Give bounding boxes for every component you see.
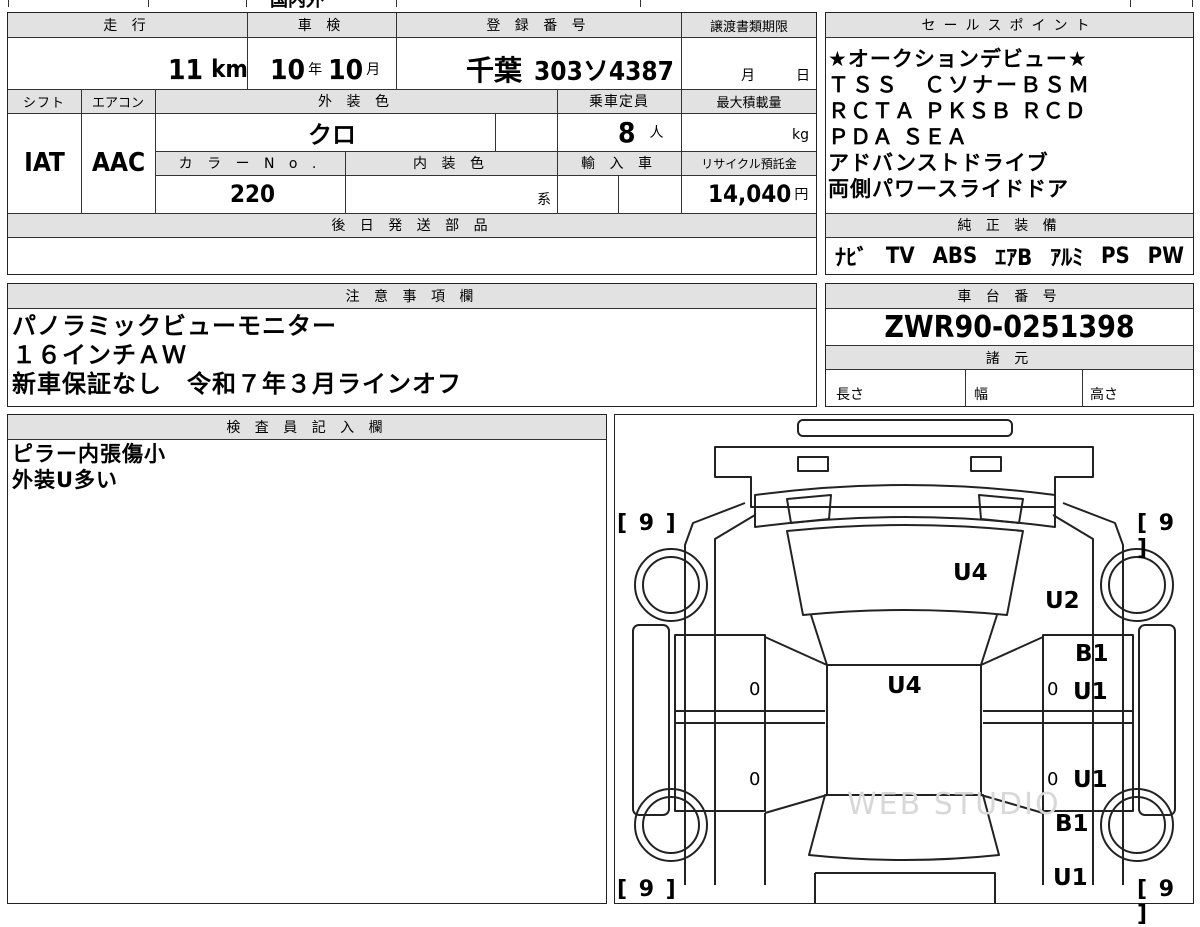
deadline-day: 日: [796, 68, 810, 84]
top-cut-text: 国内外: [270, 0, 324, 11]
inspection-value: 10 年 10 月: [270, 52, 381, 86]
sales-point: ＲＣＴＡ ＰＫＳＢ ＲＣＤ: [828, 99, 1087, 123]
capacity-value: 8人: [618, 115, 664, 149]
vehicle-diagram-panel: [ 9 ] [ 9 ] [ 9 ] [ 9 ] U4 U2 U4 B1 U1 U…: [614, 414, 1194, 927]
damage-mark: B1: [1075, 641, 1109, 667]
recycle-fee-value: 14,040 円: [708, 180, 809, 208]
exterior-color-value: クロ: [308, 120, 356, 149]
top-cut-row: 国内外: [0, 0, 1200, 11]
length-label: 長さ: [836, 387, 864, 403]
watermark: WEB STUDIO: [847, 787, 1061, 822]
interior-color-unit: 系: [537, 192, 551, 208]
shift-header: シフト: [8, 89, 80, 113]
tire-depth-front-right: [ 9 ]: [1137, 511, 1177, 561]
vehicle-info-table: 走 行 車 検 登 録 番 号 譲渡書類期限 シフト エアコン 外 装 色 乗車…: [7, 12, 817, 275]
equipment-item: PW: [1147, 243, 1184, 269]
max-load-unit: kg: [792, 127, 809, 143]
width-label: 幅: [974, 387, 988, 403]
specs-header: 諸 元: [826, 346, 1193, 369]
import-header: 輸 入 車: [558, 151, 680, 175]
sales-points-header: セールスポイント: [826, 13, 1193, 37]
equipment-item: ABS: [932, 243, 978, 269]
aircon-header: エアコン: [82, 89, 154, 113]
sales-points-list: ★オークションデビュー★ ＴＳＳ ＣソナーＢＳＭ ＲＣＴＡ ＰＫＳＢ ＲＣＤ Ｐ…: [828, 46, 1092, 202]
equipment-item: ｴｱB: [995, 246, 1033, 271]
deadline-month: 月: [741, 68, 755, 84]
mileage-value: 11 km: [168, 52, 248, 86]
sales-points-panel: セールスポイント ★オークションデビュー★ ＴＳＳ ＣソナーＢＳＭ ＲＣＴＡ Ｐ…: [825, 12, 1194, 275]
shift-value: IAT: [24, 148, 65, 178]
recycle-header: リサイクル預託金: [682, 151, 816, 175]
interior-color-header: 内 装 色: [346, 151, 556, 175]
tire-depth-rear-right: [ 9 ]: [1137, 877, 1177, 927]
notes-panel: 注 意 事 項 欄 パノラミックビューモニター １６インチＡＷ 新車保証なし 令…: [7, 283, 817, 407]
damage-mark: U1: [1053, 865, 1088, 891]
chassis-header: 車 台 番 号: [826, 284, 1193, 308]
sales-point: 両側パワースライドドア: [828, 177, 1069, 201]
mileage-header: 走 行: [8, 13, 246, 37]
inspector-note: ピラー内張傷小: [12, 442, 166, 466]
inspection-header: 車 検: [248, 13, 395, 37]
max-load-header: 最大積載量: [682, 89, 816, 113]
tire-depth-rear-left: [ 9 ]: [617, 877, 678, 902]
damage-mark: U1: [1073, 767, 1108, 793]
inspector-note: 外装U多い: [12, 468, 119, 492]
damage-mark: U4: [953, 560, 988, 586]
sales-point: アドバンストドライブ: [828, 151, 1049, 175]
chassis-number: ZWR90-0251398: [884, 309, 1135, 345]
damage-mark: U2: [1045, 588, 1080, 614]
registration-header: 登 録 番 号: [397, 13, 680, 37]
exterior-color-header: 外 装 色: [156, 89, 556, 113]
equipment-item: ﾅﾋﾞ: [834, 246, 868, 271]
height-label: 高さ: [1090, 387, 1118, 403]
note-line: パノラミックビューモニター: [12, 312, 337, 340]
capacity-header: 乗車定員: [558, 89, 680, 113]
aircon-value: AAC: [91, 148, 146, 178]
equipment-item: PS: [1101, 243, 1130, 269]
genuine-equipment-list: ﾅﾋﾞ TV ABS ｴｱB ｱﾙﾐ PS PW: [826, 239, 1193, 273]
equipment-item: TV: [885, 243, 915, 269]
registration-value: 千葉 303ソ4387: [466, 54, 674, 87]
transfer-deadline-header: 譲渡書類期限: [682, 13, 816, 37]
notes-header: 注 意 事 項 欄: [8, 284, 816, 308]
damage-mark: U1: [1073, 679, 1108, 705]
zero-mark: 0: [749, 769, 761, 790]
chassis-panel: 車 台 番 号 ZWR90-0251398 諸 元 長さ 幅 高さ: [825, 283, 1194, 407]
sales-point: ＰＤＡ ＳＥＡ: [828, 125, 969, 149]
inspector-notes-list: ピラー内張傷小 外装U多い: [12, 441, 166, 493]
equipment-item: ｱﾙﾐ: [1050, 246, 1084, 271]
sales-point: ＴＳＳ ＣソナーＢＳＭ: [828, 73, 1092, 97]
genuine-equipment-header: 純 正 装 備: [826, 213, 1193, 237]
color-no-header: カ ラ ー N o .: [156, 151, 344, 175]
later-parts-header: 後 日 発 送 部 品: [8, 213, 816, 237]
inspector-header: 検 査 員 記 入 欄: [8, 415, 606, 439]
note-line: 新車保証なし 令和７年３月ラインオフ: [12, 370, 462, 398]
notes-list: パノラミックビューモニター １６インチＡＷ 新車保証なし 令和７年３月ラインオフ: [12, 312, 462, 399]
zero-mark: 0: [749, 679, 761, 700]
inspector-panel: 検 査 員 記 入 欄 ピラー内張傷小 外装U多い: [7, 414, 607, 904]
note-line: １６インチＡＷ: [12, 341, 187, 369]
sales-point: ★オークションデビュー★: [828, 47, 1088, 71]
tire-depth-front-left: [ 9 ]: [617, 511, 678, 536]
color-no-value: 220: [230, 180, 276, 208]
zero-mark: 0: [1047, 679, 1059, 700]
damage-mark: U4: [887, 673, 922, 699]
